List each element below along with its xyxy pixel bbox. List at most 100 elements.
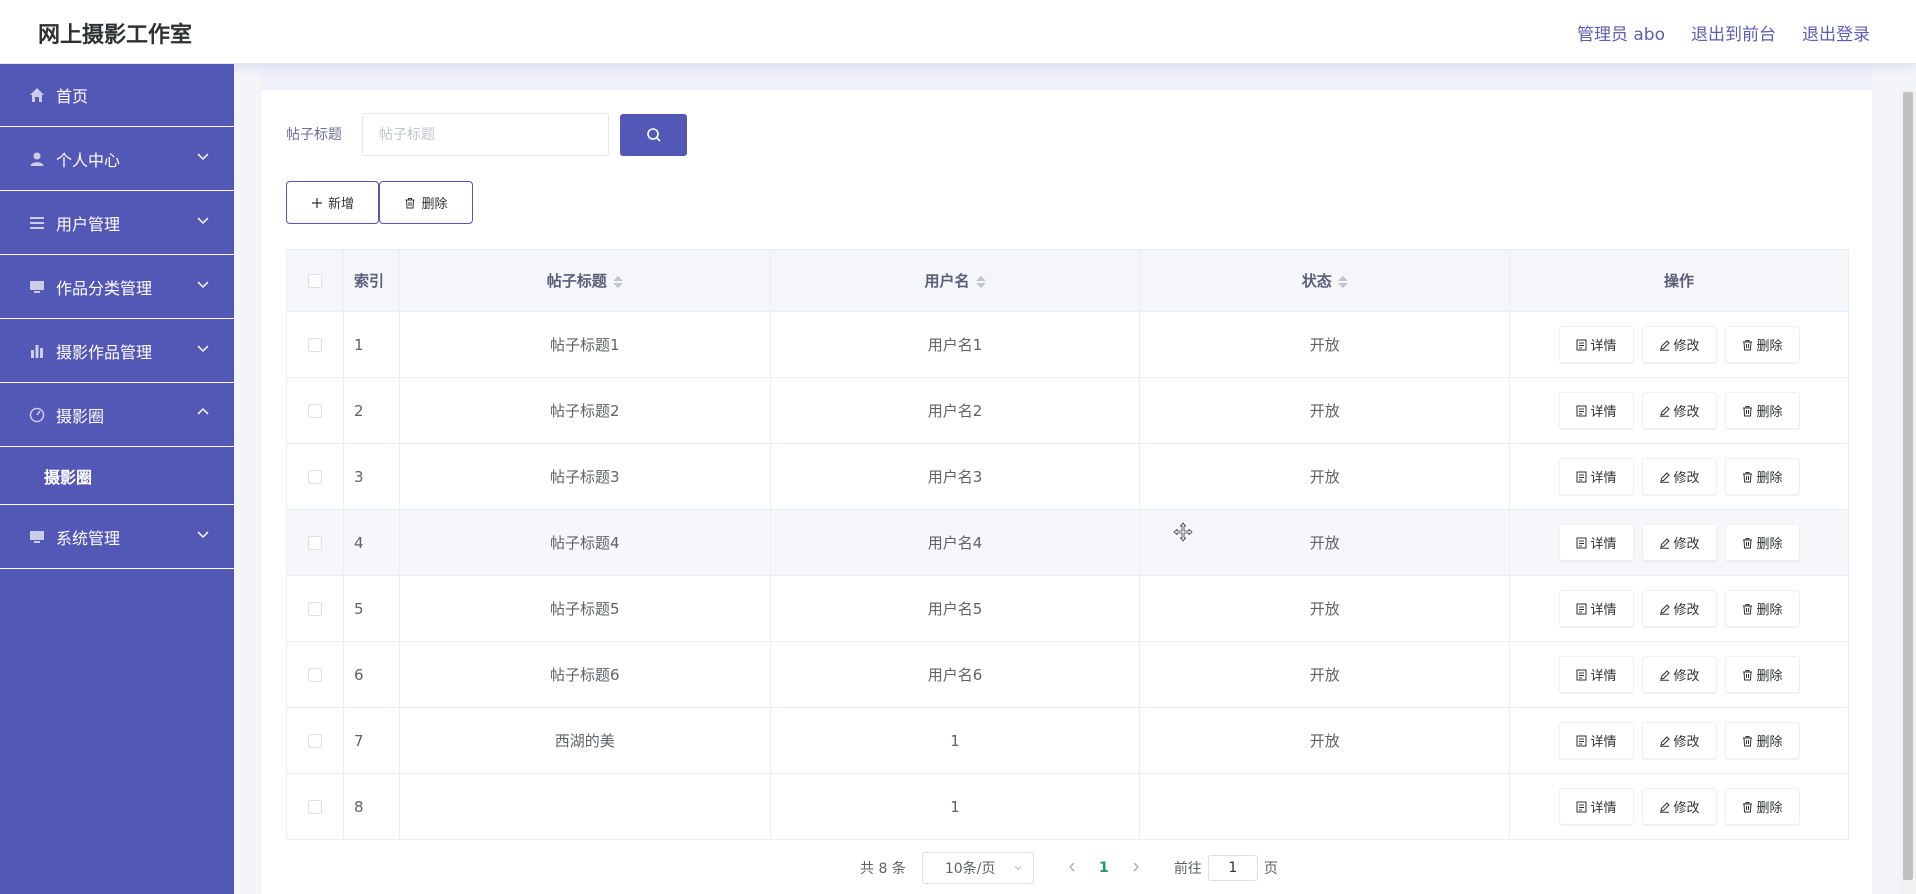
row-checkbox[interactable] <box>307 536 322 550</box>
delete-button[interactable]: 删除 <box>1724 788 1800 825</box>
header-status-label: 状态 <box>1301 272 1332 290</box>
detail-button[interactable]: 详情 <box>1558 326 1634 363</box>
delete-button[interactable]: 删除 <box>1724 458 1800 495</box>
sidebar-item-photo-circle[interactable]: 摄影圈 <box>0 383 234 447</box>
table-row[interactable]: 6 帖子标题6 用户名6 开放 详情 修改 删除 <box>286 641 1849 708</box>
row-title: 帖子标题6 <box>399 641 771 708</box>
admin-user-link[interactable]: 管理员 abo <box>1577 20 1665 45</box>
row-checkbox[interactable] <box>307 338 322 352</box>
monitor-icon <box>28 528 46 546</box>
row-checkbox[interactable] <box>307 602 322 616</box>
prev-page-button[interactable] <box>1056 859 1088 877</box>
document-icon <box>1576 801 1587 812</box>
back-to-front-link[interactable]: 退出到前台 <box>1691 20 1776 45</box>
delete-button-label: 删除 <box>1756 537 1783 552</box>
row-status <box>1139 773 1511 840</box>
delete-button-label: 删除 <box>1756 339 1783 354</box>
trash-icon <box>1742 537 1752 548</box>
submenu-item-photo-circle[interactable]: 摄影圈 <box>0 447 234 505</box>
select-all-checkbox[interactable] <box>307 274 322 288</box>
row-checkbox[interactable] <box>307 668 322 682</box>
add-button[interactable]: 新增 <box>286 181 379 224</box>
edit-button[interactable]: 修改 <box>1641 524 1717 561</box>
chevron-right-icon <box>1133 862 1139 872</box>
table-row[interactable]: 1 帖子标题1 用户名1 开放 详情 修改 删除 <box>286 311 1849 378</box>
edit-button-label: 修改 <box>1673 603 1700 618</box>
search-button[interactable] <box>620 114 687 156</box>
pagination: 共 8 条 10条/页 1 前往 页 <box>860 852 1278 884</box>
table-row[interactable]: 2 帖子标题2 用户名2 开放 详情 修改 删除 <box>286 377 1849 444</box>
chevron-down-icon <box>197 153 209 161</box>
home-icon <box>28 86 46 104</box>
delete-button[interactable]: 删除 <box>1724 392 1800 429</box>
edit-button[interactable]: 修改 <box>1641 392 1717 429</box>
detail-button-label: 详情 <box>1590 669 1617 684</box>
edit-button[interactable]: 修改 <box>1641 722 1717 759</box>
edit-icon <box>1659 405 1670 417</box>
sort-icon[interactable] <box>1337 275 1348 289</box>
sidebar-item-works-management[interactable]: 摄影作品管理 <box>0 319 234 383</box>
search-label: 帖子标题 <box>286 127 342 143</box>
goto-page-input[interactable] <box>1207 855 1258 881</box>
row-select-cell <box>286 773 344 840</box>
delete-button[interactable]: 删除 <box>1724 656 1800 693</box>
table-row[interactable]: 5 帖子标题5 用户名5 开放 详情 修改 删除 <box>286 575 1849 642</box>
row-select-cell <box>286 509 344 576</box>
delete-button[interactable]: 删除 <box>1724 326 1800 363</box>
header-user[interactable]: 用户名 <box>770 249 1141 312</box>
table-row[interactable]: 4 帖子标题4 用户名4 开放 详情 修改 删除 <box>286 509 1849 576</box>
scrollbar-thumb[interactable] <box>1903 92 1913 880</box>
sidebar-item-system-management[interactable]: 系统管理 <box>0 505 234 569</box>
header-user-label: 用户名 <box>924 272 970 290</box>
search-input[interactable] <box>362 113 609 156</box>
row-checkbox[interactable] <box>307 404 322 418</box>
edit-button[interactable]: 修改 <box>1641 458 1717 495</box>
row-title: 帖子标题2 <box>399 377 771 444</box>
brand-title: 网上摄影工作室 <box>38 23 193 48</box>
sidebar-item-category-management[interactable]: 作品分类管理 <box>0 255 234 319</box>
detail-button[interactable]: 详情 <box>1558 590 1634 627</box>
detail-button[interactable]: 详情 <box>1558 458 1634 495</box>
row-title: 帖子标题3 <box>399 443 771 510</box>
sidebar: 首页 个人中心 用户管理 作品分类管理 摄影作品管理 摄影圈 摄影圈 系统管理 <box>0 64 234 894</box>
next-page-button[interactable] <box>1120 859 1152 877</box>
row-checkbox[interactable] <box>307 800 322 814</box>
edit-button[interactable]: 修改 <box>1641 656 1717 693</box>
detail-button[interactable]: 详情 <box>1558 392 1634 429</box>
detail-button-label: 详情 <box>1590 603 1617 618</box>
sidebar-item-label: 首页 <box>56 87 89 106</box>
detail-button[interactable]: 详情 <box>1558 656 1634 693</box>
table-row[interactable]: 3 帖子标题3 用户名3 开放 详情 修改 删除 <box>286 443 1849 510</box>
sort-icon[interactable] <box>612 275 623 289</box>
row-checkbox[interactable] <box>307 734 322 748</box>
edit-button[interactable]: 修改 <box>1641 326 1717 363</box>
edit-button[interactable]: 修改 <box>1641 590 1717 627</box>
delete-button[interactable]: 删除 <box>1724 722 1800 759</box>
detail-button[interactable]: 详情 <box>1558 722 1634 759</box>
sidebar-item-user-management[interactable]: 用户管理 <box>0 191 234 255</box>
sidebar-item-label: 用户管理 <box>56 214 121 234</box>
delete-button[interactable]: 删除 <box>1724 590 1800 627</box>
goto-label: 前往 <box>1173 861 1202 877</box>
chevron-down-icon <box>197 281 209 289</box>
table-row[interactable]: 7 西湖的美 1 开放 详情 修改 删除 <box>286 707 1849 774</box>
row-checkbox[interactable] <box>307 470 322 484</box>
row-status: 开放 <box>1139 509 1511 576</box>
chevron-up-icon <box>197 407 209 415</box>
logout-link[interactable]: 退出登录 <box>1802 20 1870 45</box>
delete-button[interactable]: 删除 <box>1724 524 1800 561</box>
page-number-current[interactable]: 1 <box>1088 860 1120 876</box>
bulk-delete-button[interactable]: 删除 <box>379 181 473 224</box>
detail-button[interactable]: 详情 <box>1558 524 1634 561</box>
row-index: 4 <box>343 509 400 576</box>
page-size-select[interactable]: 10条/页 <box>921 852 1034 884</box>
detail-button[interactable]: 详情 <box>1558 788 1634 825</box>
sidebar-item-personal-center[interactable]: 个人中心 <box>0 127 234 191</box>
sort-icon[interactable] <box>975 275 986 289</box>
header-title[interactable]: 帖子标题 <box>399 249 771 312</box>
header-status[interactable]: 状态 <box>1139 249 1511 312</box>
table-row[interactable]: 8 1 详情 修改 删除 <box>286 773 1849 840</box>
sidebar-item-home[interactable]: 首页 <box>0 64 234 127</box>
bulk-delete-button-label: 删除 <box>421 197 448 212</box>
edit-button[interactable]: 修改 <box>1641 788 1717 825</box>
